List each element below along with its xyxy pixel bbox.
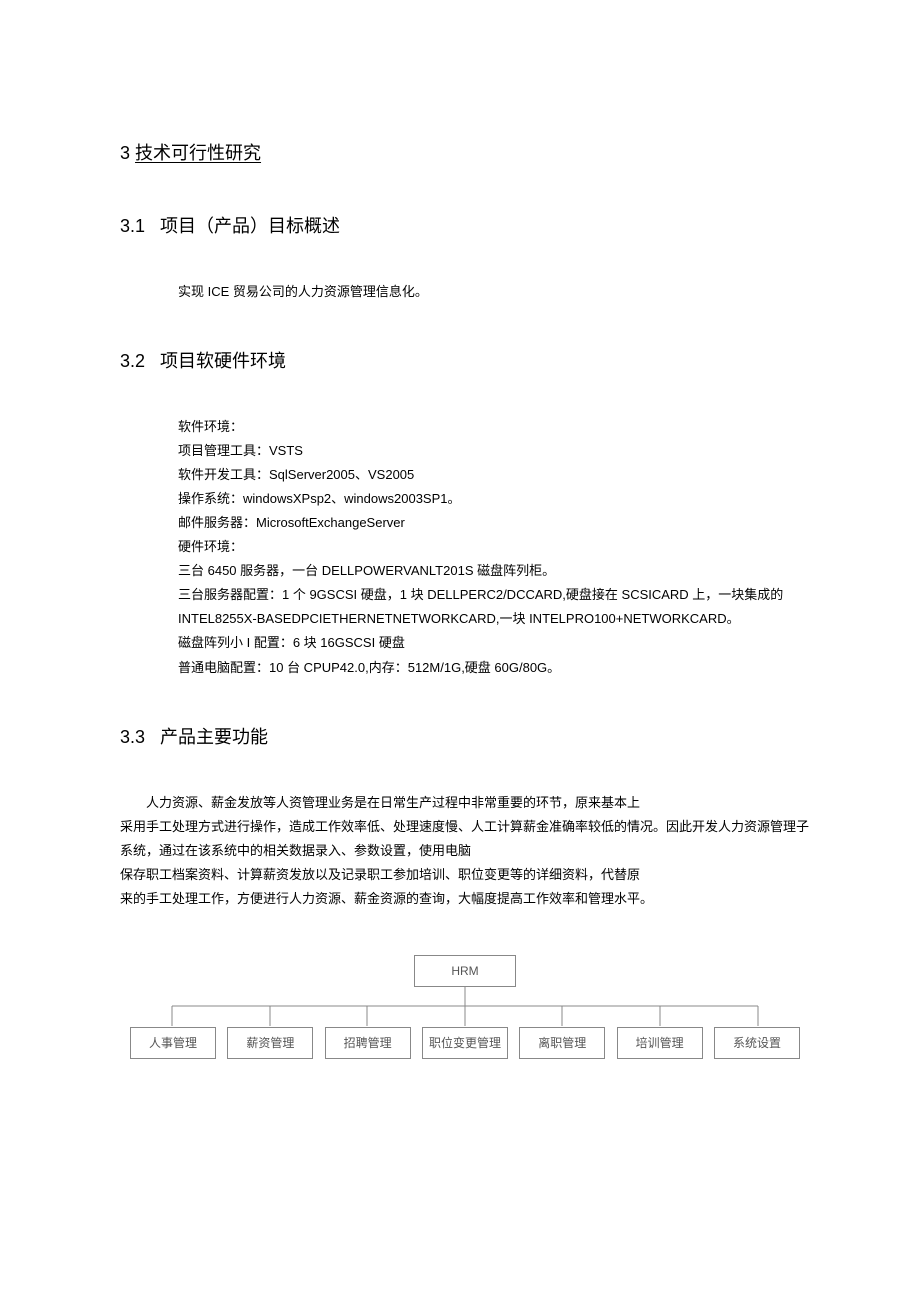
env-line: 邮件服务器：MicrosoftExchangeServer	[178, 511, 810, 535]
section-3-3-body: 人力资源、薪金发放等人资管理业务是在日常生产过程中非常重要的环节，原来基本上 采…	[120, 791, 810, 911]
document-page: 3 技术可行性研究 3.1 项目（产品）目标概述 实现 ICE 贸易公司的人力资…	[0, 0, 920, 1303]
env-line: 软件开发工具：SqlServer2005、VS2005	[178, 463, 810, 487]
section-3-heading: 3 技术可行性研究	[120, 140, 810, 167]
env-line: 软件环境：	[178, 415, 810, 439]
paragraph: 来的手工处理工作，方便进行人力资源、薪金资源的查询，大幅度提高工作效率和管理水平…	[120, 887, 810, 911]
section-3-1-heading: 3.1 项目（产品）目标概述	[120, 213, 810, 240]
env-line: 操作系统：windowsXPsp2、windows2003SP1。	[178, 487, 810, 511]
paragraph: 保存职工档案资料、计算薪资发放以及记录职工参加培训、职位变更等的详细资料，代替原	[120, 863, 810, 887]
org-chart-child-box: 培训管理	[617, 1027, 703, 1059]
env-line: 硬件环境：	[178, 535, 810, 559]
env-line: 三台 6450 服务器，一台 DELLPOWERVANLT201S 磁盘阵列柜。	[178, 559, 810, 583]
env-line: 三台服务器配置：1 个 9GSCSI 硬盘，1 块 DELLPERC2/DCCA…	[178, 583, 810, 631]
org-chart-child-box: 职位变更管理	[422, 1027, 508, 1059]
subsection-title: 产品主要功能	[160, 727, 268, 747]
org-chart-child-box: 招聘管理	[325, 1027, 411, 1059]
section-3-2-heading: 3.2 项目软硬件环境	[120, 348, 810, 375]
paragraph: 实现 ICE 贸易公司的人力资源管理信息化。	[178, 280, 810, 304]
subsection-number: 3.1	[120, 216, 145, 236]
org-chart-child-box: 离职管理	[519, 1027, 605, 1059]
section-number: 3	[120, 143, 130, 163]
org-chart-connectors	[130, 986, 800, 1026]
subsection-title: 项目软硬件环境	[160, 351, 286, 371]
org-chart-inner: HRM 人事管理 薪资	[130, 955, 800, 1059]
section-3-3-heading: 3.3 产品主要功能	[120, 724, 810, 751]
org-chart-child-box: 薪资管理	[227, 1027, 313, 1059]
paragraph: 采用手工处理方式进行操作，造成工作效率低、处理速度慢、人工计算薪金准确率较低的情…	[120, 815, 810, 863]
subsection-title: 项目（产品）目标概述	[160, 216, 340, 236]
section-3-1-body: 实现 ICE 贸易公司的人力资源管理信息化。	[178, 280, 810, 304]
env-line: 磁盘阵列小 I 配置：6 块 16GSCSI 硬盘	[178, 631, 810, 655]
org-chart-root-box: HRM	[414, 955, 516, 987]
org-chart-child-box: 系统设置	[714, 1027, 800, 1059]
subsection-number: 3.3	[120, 727, 145, 747]
subsection-number: 3.2	[120, 351, 145, 371]
org-chart-children-row: 人事管理 薪资管理 招聘管理 职位变更管理 离职管理 培训管理 系统设置	[130, 1027, 800, 1059]
org-chart: HRM 人事管理 薪资	[120, 955, 810, 1059]
section-title: 技术可行性研究	[135, 143, 261, 163]
env-line: 普通电脑配置：10 台 CPUP42.0,内存：512M/1G,硬盘 60G/8…	[178, 656, 810, 680]
env-line: 项目管理工具：VSTS	[178, 439, 810, 463]
org-chart-child-box: 人事管理	[130, 1027, 216, 1059]
section-3-2-body: 软件环境： 项目管理工具：VSTS 软件开发工具：SqlServer2005、V…	[178, 415, 810, 680]
paragraph: 人力资源、薪金发放等人资管理业务是在日常生产过程中非常重要的环节，原来基本上	[120, 791, 810, 815]
